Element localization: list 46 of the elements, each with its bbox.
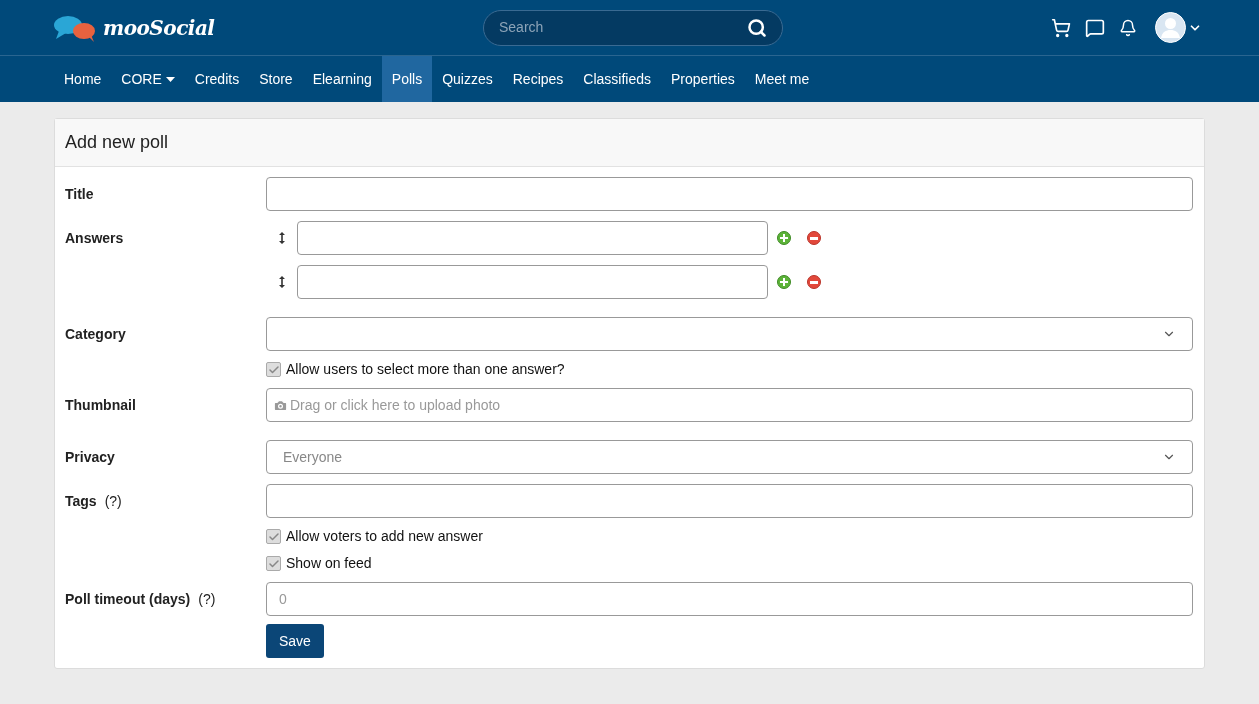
nav-item[interactable]: Credits (184, 56, 250, 102)
nav-item[interactable]: Classifieds (573, 56, 662, 102)
nav-item[interactable]: Quizzes (432, 56, 503, 102)
checkbox-label: Allow users to select more than one answer? (286, 360, 565, 379)
field-label: Answers (65, 229, 124, 248)
add-icon[interactable] (777, 231, 791, 245)
field-label: Category (65, 325, 126, 344)
field-label: Tags (65, 492, 97, 511)
field-label: Privacy (65, 448, 115, 467)
checkbox[interactable] (266, 362, 281, 377)
remove-icon[interactable] (807, 231, 821, 245)
remove-icon[interactable] (807, 275, 821, 289)
notification-icon[interactable] (1119, 18, 1137, 37)
search-field[interactable]: Search (483, 9, 783, 46)
nav-item[interactable]: Polls (381, 56, 433, 102)
checkbox-label: Show on feed (286, 554, 372, 573)
help-link[interactable]: (?) (198, 589, 216, 616)
cart-icon[interactable] (1051, 17, 1071, 38)
avatar-icon[interactable] (1155, 12, 1186, 43)
help-link[interactable]: (?) (104, 491, 122, 518)
checkbox[interactable] (266, 529, 281, 544)
answer-field[interactable] (297, 265, 768, 299)
select-field[interactable] (266, 317, 1193, 351)
nav-item[interactable]: Meet me (744, 56, 820, 102)
text-field[interactable] (266, 484, 1193, 518)
nav-item[interactable]: Home (54, 56, 112, 102)
logo-text[interactable]: mooSocial (103, 12, 215, 43)
text-field[interactable] (266, 177, 1193, 211)
nav-item[interactable]: Store (249, 56, 303, 102)
select-field[interactable]: Everyone (266, 440, 1193, 474)
save-button[interactable]: Save (266, 624, 324, 658)
field-label: Title (65, 185, 94, 204)
nav-item[interactable]: CORE (111, 56, 185, 102)
field-label: Thumbnail (65, 396, 136, 415)
checkbox-label: Allow voters to add new answer (286, 527, 483, 546)
checkbox[interactable] (266, 556, 281, 571)
nav-item[interactable]: Recipes (502, 56, 574, 102)
field-label: Poll timeout (days) (65, 590, 191, 609)
answer-field[interactable] (297, 221, 768, 255)
add-icon[interactable] (777, 275, 791, 289)
search-icon[interactable] (747, 17, 767, 38)
text-field[interactable]: 0 (266, 582, 1193, 616)
message-icon[interactable] (1085, 17, 1105, 38)
nav-item[interactable]: Elearning (302, 56, 382, 102)
nav-item[interactable]: Properties (661, 56, 745, 102)
card-title: Add new poll (65, 131, 169, 154)
